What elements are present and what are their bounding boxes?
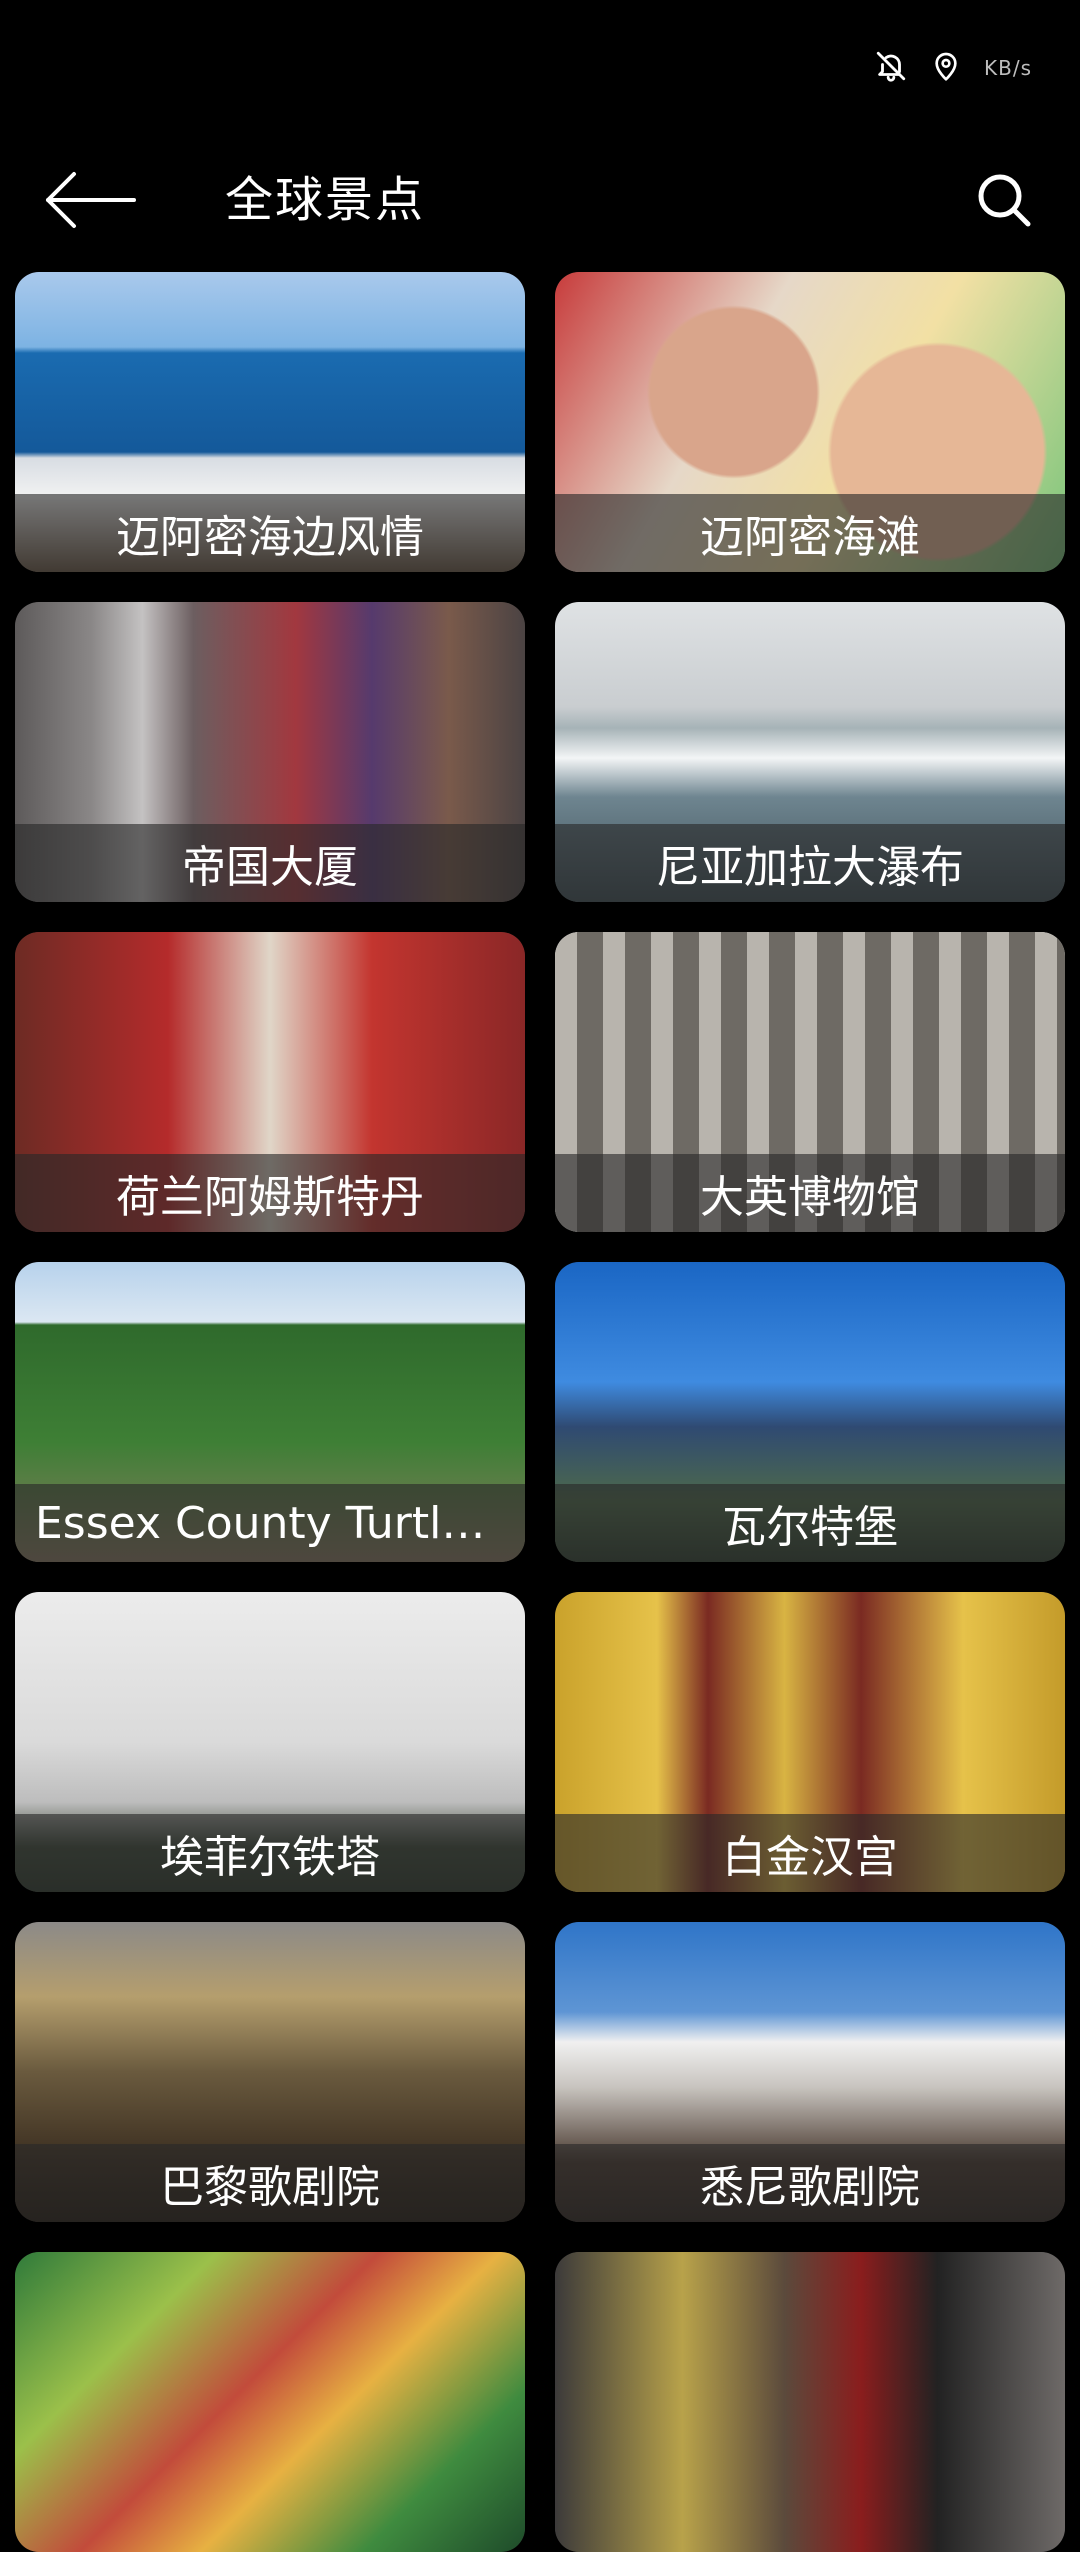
attraction-label-bar: Essex County Turtle Ba... [15,1484,525,1562]
attraction-label-bar: 悉尼歌剧院 [555,2144,1065,2222]
attraction-label-bar: 迈阿密海边风情 [15,494,525,572]
attractions-grid: 迈阿密海边风情 迈阿密海滩 帝国大厦 尼亚加拉大瀑布 荷兰阿姆斯特丹 大英博物馆… [15,272,1065,2552]
attraction-name: 大英博物馆 [700,1172,920,1223]
attraction-name: 埃菲尔铁塔 [160,1832,380,1883]
attraction-thumbnail [15,2252,525,2552]
back-arrow-icon [46,172,136,228]
status-icons: KB/s [874,48,1032,88]
attraction-card[interactable]: 埃菲尔铁塔 [15,1592,525,1892]
attraction-card[interactable]: 迈阿密海滩 [555,272,1065,572]
attraction-label-bar: 大英博物馆 [555,1154,1065,1232]
attraction-card[interactable]: 大英博物馆 [555,932,1065,1232]
attraction-label-bar: 埃菲尔铁塔 [15,1814,525,1892]
attraction-card[interactable]: Essex County Turtle Ba... [15,1262,525,1562]
attraction-card[interactable]: 荷兰阿姆斯特丹 [15,932,525,1232]
attraction-name: 迈阿密海边风情 [116,512,424,563]
attraction-name: 悉尼歌剧院 [700,2162,920,2213]
back-button[interactable] [40,150,140,250]
attraction-name: 白金汉宫 [722,1832,898,1883]
attraction-card[interactable] [555,2252,1065,2552]
attraction-card[interactable]: 瓦尔特堡 [555,1262,1065,1562]
attraction-label-bar: 荷兰阿姆斯特丹 [15,1154,525,1232]
attraction-thumbnail [555,2252,1065,2552]
attraction-name: 荷兰阿姆斯特丹 [116,1172,424,1223]
attraction-label-bar: 尼亚加拉大瀑布 [555,824,1065,902]
network-speed-text: KB/s [984,56,1032,80]
attraction-name: 迈阿密海滩 [700,512,920,563]
attraction-card[interactable]: 白金汉宫 [555,1592,1065,1892]
attraction-card[interactable] [15,2252,525,2552]
attraction-card[interactable]: 迈阿密海边风情 [15,272,525,572]
attraction-name: 瓦尔特堡 [722,1502,898,1553]
search-icon [978,174,1031,227]
search-button[interactable] [954,150,1054,250]
attraction-label-bar: 白金汉宫 [555,1814,1065,1892]
attraction-card[interactable]: 巴黎歌剧院 [15,1922,525,2222]
attraction-name: 帝国大厦 [182,842,358,893]
attraction-name: 巴黎歌剧院 [160,2162,380,2213]
attraction-label-bar: 迈阿密海滩 [555,494,1065,572]
attraction-card[interactable]: 悉尼歌剧院 [555,1922,1065,2222]
attraction-label-bar: 巴黎歌剧院 [15,2144,525,2222]
location-pin-icon [930,49,962,87]
attraction-label-bar: 帝国大厦 [15,824,525,902]
attraction-name: Essex County Turtle Ba... [35,1497,515,1549]
status-bar: KB/s [0,0,1080,140]
attraction-name: 尼亚加拉大瀑布 [656,842,964,893]
attraction-label-bar: 瓦尔特堡 [555,1484,1065,1562]
page-title: 全球景点 [225,172,426,228]
attraction-card[interactable]: 尼亚加拉大瀑布 [555,602,1065,902]
bell-muted-icon [874,49,908,87]
attraction-card[interactable]: 帝国大厦 [15,602,525,902]
app-bar: 全球景点 [0,140,1080,260]
